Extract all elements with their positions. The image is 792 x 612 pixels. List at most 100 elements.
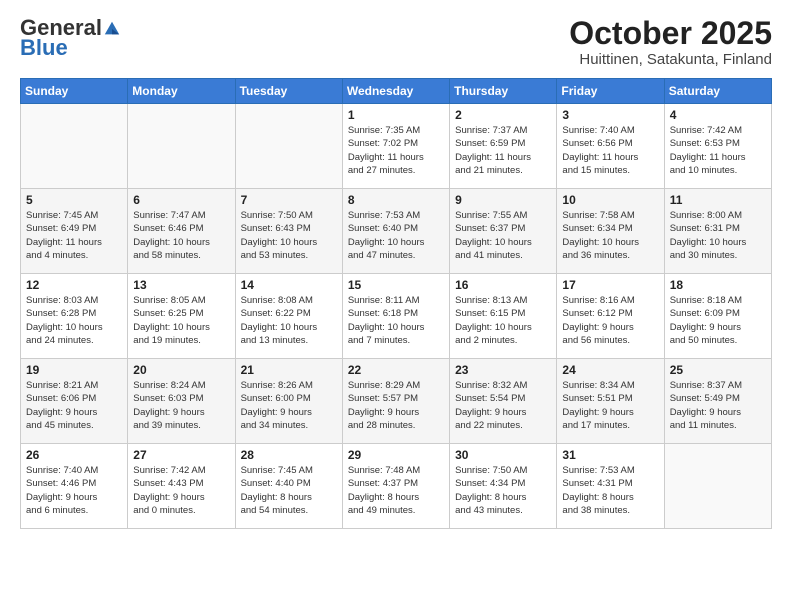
- day-number-9: 9: [455, 193, 551, 207]
- day-number-5: 5: [26, 193, 122, 207]
- day-info-16: Sunrise: 8:13 AM Sunset: 6:15 PM Dayligh…: [455, 294, 551, 347]
- cell-1-6: 3 Sunrise: 7:40 AM Sunset: 6:56 PM Daylig…: [557, 104, 664, 189]
- day-number-21: 21: [241, 363, 337, 377]
- cell-3-1: 12 Sunrise: 8:03 AM Sunset: 6:28 PM Dayli…: [21, 274, 128, 359]
- day-info-30: Sunrise: 7:50 AM Sunset: 4:34 PM Dayligh…: [455, 464, 551, 517]
- cell-5-5: 30 Sunrise: 7:50 AM Sunset: 4:34 PM Dayli…: [450, 444, 557, 529]
- week-row-5: 26Sunrise: 7:40 AM Sunset: 4:46 PM Dayli…: [21, 444, 772, 529]
- day-info-31: Sunrise: 7:53 AM Sunset: 4:31 PM Dayligh…: [562, 464, 658, 517]
- page: General Blue October 2025 Huittinen, Sat…: [0, 0, 792, 612]
- day-number-14: 14: [241, 278, 337, 292]
- day-number-29: 29: [348, 448, 444, 462]
- day-number-30: 30: [455, 448, 551, 462]
- day-number-27: 27: [133, 448, 229, 462]
- day-info-3: Sunrise: 7:40 AM Sunset: 6:56 PM Dayligh…: [562, 124, 658, 177]
- cell-1-2: [128, 104, 235, 189]
- title-block: October 2025 Huittinen, Satakunta, Finla…: [569, 16, 772, 68]
- day-info-15: Sunrise: 8:11 AM Sunset: 6:18 PM Dayligh…: [348, 294, 444, 347]
- cell-1-7: 4 Sunrise: 7:42 AM Sunset: 6:53 PM Daylig…: [664, 104, 771, 189]
- cell-3-5: 16 Sunrise: 8:13 AM Sunset: 6:15 PM Dayli…: [450, 274, 557, 359]
- day-number-22: 22: [348, 363, 444, 377]
- day-info-9: Sunrise: 7:55 AM Sunset: 6:37 PM Dayligh…: [455, 209, 551, 262]
- week-row-2: 5 Sunrise: 7:45 AM Sunset: 6:49 PM Daylig…: [21, 189, 772, 274]
- day-info-28: Sunrise: 7:45 AM Sunset: 4:40 PM Dayligh…: [241, 464, 337, 517]
- day-number-2: 2: [455, 108, 551, 122]
- cell-2-2: 6 Sunrise: 7:47 AM Sunset: 6:46 PM Daylig…: [128, 189, 235, 274]
- calendar-table: Sunday Monday Tuesday Wednesday Thursday…: [20, 78, 772, 529]
- day-info-5: Sunrise: 7:45 AM Sunset: 6:49 PM Dayligh…: [26, 209, 122, 262]
- cell-4-5: 23 Sunrise: 8:32 AM Sunset: 5:54 PM Dayli…: [450, 359, 557, 444]
- cell-5-1: 26Sunrise: 7:40 AM Sunset: 4:46 PM Dayli…: [21, 444, 128, 529]
- cell-4-1: 19 Sunrise: 8:21 AM Sunset: 6:06 PM Dayli…: [21, 359, 128, 444]
- cell-5-7: [664, 444, 771, 529]
- cell-3-4: 15 Sunrise: 8:11 AM Sunset: 6:18 PM Dayli…: [342, 274, 449, 359]
- week-row-3: 12 Sunrise: 8:03 AM Sunset: 6:28 PM Dayli…: [21, 274, 772, 359]
- day-number-12: 12: [26, 278, 122, 292]
- cell-4-4: 22 Sunrise: 8:29 AM Sunset: 5:57 PM Dayli…: [342, 359, 449, 444]
- day-info-11: Sunrise: 8:00 AM Sunset: 6:31 PM Dayligh…: [670, 209, 766, 262]
- cell-5-4: 29 Sunrise: 7:48 AM Sunset: 4:37 PM Dayli…: [342, 444, 449, 529]
- day-info-7: Sunrise: 7:50 AM Sunset: 6:43 PM Dayligh…: [241, 209, 337, 262]
- cell-1-3: [235, 104, 342, 189]
- day-info-4: Sunrise: 7:42 AM Sunset: 6:53 PM Dayligh…: [670, 124, 766, 177]
- cell-2-5: 9 Sunrise: 7:55 AM Sunset: 6:37 PM Daylig…: [450, 189, 557, 274]
- day-number-24: 24: [562, 363, 658, 377]
- day-number-23: 23: [455, 363, 551, 377]
- day-number-3: 3: [562, 108, 658, 122]
- day-info-22: Sunrise: 8:29 AM Sunset: 5:57 PM Dayligh…: [348, 379, 444, 432]
- day-number-10: 10: [562, 193, 658, 207]
- day-info-18: Sunrise: 8:18 AM Sunset: 6:09 PM Dayligh…: [670, 294, 766, 347]
- day-info-26: Sunrise: 7:40 AM Sunset: 4:46 PM Dayligh…: [26, 464, 122, 517]
- day-info-20: Sunrise: 8:24 AM Sunset: 6:03 PM Dayligh…: [133, 379, 229, 432]
- day-number-15: 15: [348, 278, 444, 292]
- day-info-21: Sunrise: 8:26 AM Sunset: 6:00 PM Dayligh…: [241, 379, 337, 432]
- day-info-29: Sunrise: 7:48 AM Sunset: 4:37 PM Dayligh…: [348, 464, 444, 517]
- day-number-4: 4: [670, 108, 766, 122]
- cell-2-7: 11 Sunrise: 8:00 AM Sunset: 6:31 PM Dayli…: [664, 189, 771, 274]
- day-number-28: 28: [241, 448, 337, 462]
- cell-1-5: 2 Sunrise: 7:37 AM Sunset: 6:59 PM Daylig…: [450, 104, 557, 189]
- day-number-11: 11: [670, 193, 766, 207]
- cell-4-7: 25 Sunrise: 8:37 AM Sunset: 5:49 PM Dayli…: [664, 359, 771, 444]
- cell-2-6: 10 Sunrise: 7:58 AM Sunset: 6:34 PM Dayli…: [557, 189, 664, 274]
- day-info-25: Sunrise: 8:37 AM Sunset: 5:49 PM Dayligh…: [670, 379, 766, 432]
- week-row-4: 19 Sunrise: 8:21 AM Sunset: 6:06 PM Dayli…: [21, 359, 772, 444]
- day-info-6: Sunrise: 7:47 AM Sunset: 6:46 PM Dayligh…: [133, 209, 229, 262]
- day-number-17: 17: [562, 278, 658, 292]
- calendar-subtitle: Huittinen, Satakunta, Finland: [569, 51, 772, 68]
- day-info-19: Sunrise: 8:21 AM Sunset: 6:06 PM Dayligh…: [26, 379, 122, 432]
- col-saturday: Saturday: [664, 79, 771, 104]
- cell-2-3: 7 Sunrise: 7:50 AM Sunset: 6:43 PM Daylig…: [235, 189, 342, 274]
- day-info-24: Sunrise: 8:34 AM Sunset: 5:51 PM Dayligh…: [562, 379, 658, 432]
- logo-icon: [103, 20, 121, 38]
- cell-4-2: 20Sunrise: 8:24 AM Sunset: 6:03 PM Dayli…: [128, 359, 235, 444]
- day-number-18: 18: [670, 278, 766, 292]
- day-info-23: Sunrise: 8:32 AM Sunset: 5:54 PM Dayligh…: [455, 379, 551, 432]
- col-wednesday: Wednesday: [342, 79, 449, 104]
- day-number-19: 19: [26, 363, 122, 377]
- col-sunday: Sunday: [21, 79, 128, 104]
- col-monday: Monday: [128, 79, 235, 104]
- col-tuesday: Tuesday: [235, 79, 342, 104]
- day-info-1: Sunrise: 7:35 AM Sunset: 7:02 PM Dayligh…: [348, 124, 444, 177]
- cell-2-1: 5 Sunrise: 7:45 AM Sunset: 6:49 PM Daylig…: [21, 189, 128, 274]
- cell-1-1: [21, 104, 128, 189]
- cell-1-4: 1Sunrise: 7:35 AM Sunset: 7:02 PM Daylig…: [342, 104, 449, 189]
- cell-3-2: 13Sunrise: 8:05 AM Sunset: 6:25 PM Dayli…: [128, 274, 235, 359]
- day-info-2: Sunrise: 7:37 AM Sunset: 6:59 PM Dayligh…: [455, 124, 551, 177]
- day-info-12: Sunrise: 8:03 AM Sunset: 6:28 PM Dayligh…: [26, 294, 122, 347]
- cell-5-6: 31Sunrise: 7:53 AM Sunset: 4:31 PM Dayli…: [557, 444, 664, 529]
- day-info-14: Sunrise: 8:08 AM Sunset: 6:22 PM Dayligh…: [241, 294, 337, 347]
- day-number-8: 8: [348, 193, 444, 207]
- day-number-25: 25: [670, 363, 766, 377]
- day-number-16: 16: [455, 278, 551, 292]
- week-row-1: 1Sunrise: 7:35 AM Sunset: 7:02 PM Daylig…: [21, 104, 772, 189]
- day-info-10: Sunrise: 7:58 AM Sunset: 6:34 PM Dayligh…: [562, 209, 658, 262]
- calendar-title: October 2025: [569, 16, 772, 51]
- cell-4-3: 21 Sunrise: 8:26 AM Sunset: 6:00 PM Dayli…: [235, 359, 342, 444]
- day-number-6: 6: [133, 193, 229, 207]
- day-number-7: 7: [241, 193, 337, 207]
- header: General Blue October 2025 Huittinen, Sat…: [20, 16, 772, 68]
- day-info-17: Sunrise: 8:16 AM Sunset: 6:12 PM Dayligh…: [562, 294, 658, 347]
- cell-4-6: 24 Sunrise: 8:34 AM Sunset: 5:51 PM Dayli…: [557, 359, 664, 444]
